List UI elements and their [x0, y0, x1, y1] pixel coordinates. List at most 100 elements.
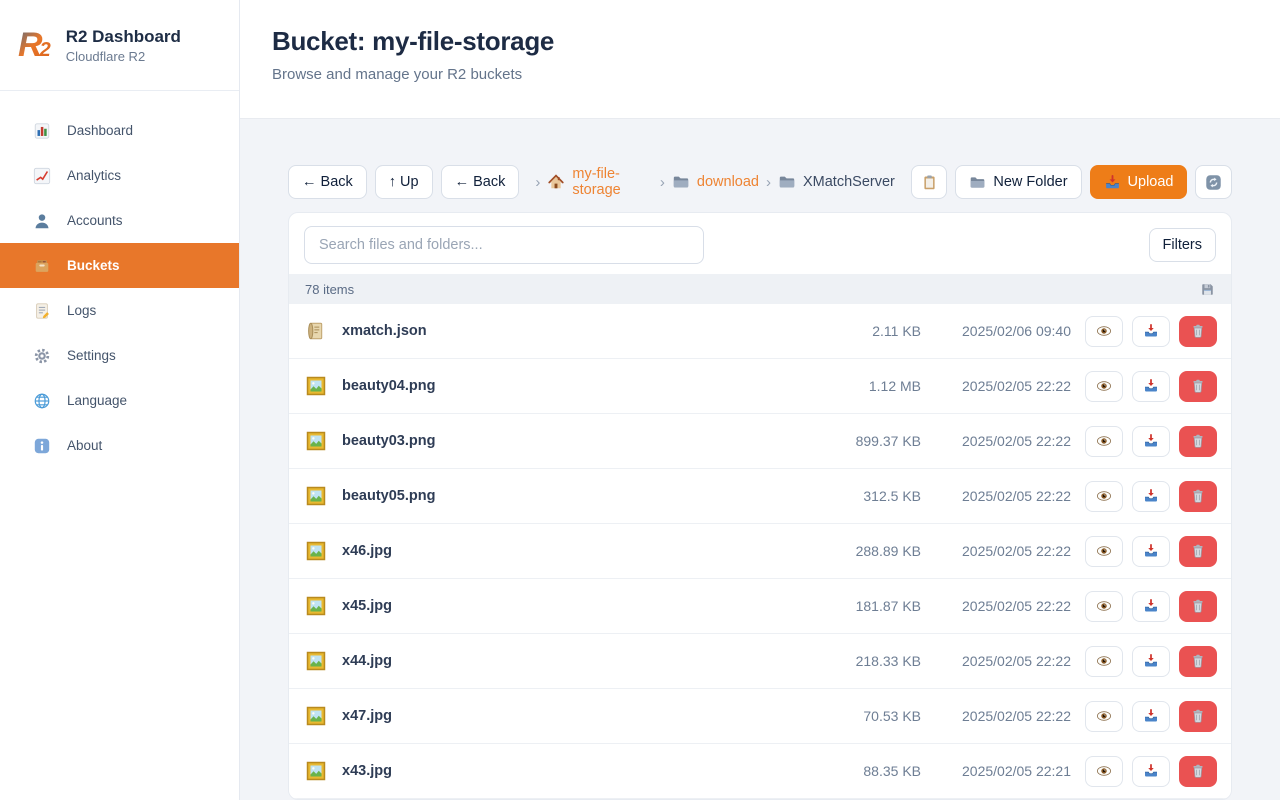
- download-tray-icon: [1143, 378, 1159, 394]
- sidebar-item-accounts[interactable]: Accounts: [0, 198, 239, 243]
- clipboard-icon: [921, 174, 938, 191]
- sidebar-item-icon: [33, 167, 51, 185]
- file-name[interactable]: x47.jpg: [342, 708, 392, 724]
- delete-button[interactable]: [1179, 591, 1217, 622]
- trash-icon: [1190, 653, 1206, 669]
- main-area: Bucket: my-file-storage Browse and manag…: [240, 0, 1280, 800]
- delete-button[interactable]: [1179, 756, 1217, 787]
- sidebar-item-icon: [33, 122, 51, 140]
- download-button[interactable]: [1132, 371, 1170, 402]
- sidebar-item-settings[interactable]: Settings: [0, 333, 239, 378]
- file-date: 2025/02/05 22:22: [941, 378, 1071, 394]
- new-folder-button[interactable]: New Folder: [955, 165, 1081, 199]
- file-date: 2025/02/05 22:22: [941, 653, 1071, 669]
- upload-tray-icon: [1104, 174, 1121, 191]
- sidebar-item-language[interactable]: Language: [0, 378, 239, 423]
- breadcrumb-item[interactable]: › XMatchServer: [766, 173, 895, 191]
- download-button[interactable]: [1132, 426, 1170, 457]
- table-row[interactable]: beauty05.png 312.5 KB 2025/02/05 22:22: [289, 469, 1231, 524]
- preview-button[interactable]: [1085, 756, 1123, 787]
- eye-icon: [1096, 543, 1112, 559]
- breadcrumb-item[interactable]: › download: [660, 173, 759, 191]
- delete-button[interactable]: [1179, 371, 1217, 402]
- file-name[interactable]: x46.jpg: [342, 543, 392, 559]
- sidebar-item-buckets[interactable]: Buckets: [0, 243, 239, 288]
- trash-icon: [1190, 323, 1206, 339]
- delete-button[interactable]: [1179, 701, 1217, 732]
- file-name[interactable]: x44.jpg: [342, 653, 392, 669]
- table-row[interactable]: beauty04.png 1.12 MB 2025/02/05 22:22: [289, 359, 1231, 414]
- preview-button[interactable]: [1085, 646, 1123, 677]
- delete-button[interactable]: [1179, 481, 1217, 512]
- file-name[interactable]: xmatch.json: [342, 323, 427, 339]
- table-row[interactable]: x47.jpg 70.53 KB 2025/02/05 22:22: [289, 689, 1231, 744]
- table-row[interactable]: xmatch.json 2.11 KB 2025/02/06 09:40: [289, 304, 1231, 359]
- breadcrumb-label[interactable]: download: [697, 174, 759, 190]
- filters-button[interactable]: Filters: [1149, 228, 1216, 262]
- download-button[interactable]: [1132, 591, 1170, 622]
- download-tray-icon: [1143, 488, 1159, 504]
- sidebar-item-about[interactable]: About: [0, 423, 239, 468]
- file-date: 2025/02/05 22:22: [941, 488, 1071, 504]
- file-type-icon: [305, 760, 327, 782]
- sidebar-item-analytics[interactable]: Analytics: [0, 153, 239, 198]
- toolbar: ← Back ↑ Up ← Back › my-file-storage › d…: [272, 165, 1248, 199]
- copy-path-button[interactable]: [911, 165, 948, 199]
- download-button[interactable]: [1132, 701, 1170, 732]
- file-name[interactable]: x45.jpg: [342, 598, 392, 614]
- breadcrumb-label[interactable]: XMatchServer: [803, 174, 895, 190]
- sidebar-item-label: Accounts: [67, 213, 123, 228]
- table-row[interactable]: x45.jpg 181.87 KB 2025/02/05 22:22: [289, 579, 1231, 634]
- eye-icon: [1096, 378, 1112, 394]
- page-title: Bucket: my-file-storage: [272, 26, 1248, 57]
- delete-button[interactable]: [1179, 426, 1217, 457]
- table-row[interactable]: x43.jpg 88.35 KB 2025/02/05 22:21: [289, 744, 1231, 799]
- download-button[interactable]: [1132, 481, 1170, 512]
- row-actions: [1085, 316, 1217, 347]
- row-actions: [1085, 591, 1217, 622]
- file-name[interactable]: beauty04.png: [342, 378, 435, 394]
- breadcrumb-icon: [778, 173, 796, 191]
- download-button[interactable]: [1132, 316, 1170, 347]
- eye-icon: [1096, 763, 1112, 779]
- up-button[interactable]: ↑ Up: [375, 165, 433, 199]
- sidebar-item-dashboard[interactable]: Dashboard: [0, 108, 239, 153]
- upload-button[interactable]: Upload: [1090, 165, 1188, 199]
- sidebar-item-label: Language: [67, 393, 127, 408]
- table-row[interactable]: x46.jpg 288.89 KB 2025/02/05 22:22: [289, 524, 1231, 579]
- preview-button[interactable]: [1085, 536, 1123, 567]
- refresh-button[interactable]: [1195, 165, 1232, 199]
- folder-icon: [969, 174, 986, 191]
- back-button[interactable]: ← Back: [288, 165, 367, 199]
- delete-button[interactable]: [1179, 646, 1217, 677]
- file-name[interactable]: beauty03.png: [342, 433, 435, 449]
- sidebar-item-label: Logs: [67, 303, 96, 318]
- file-name[interactable]: beauty05.png: [342, 488, 435, 504]
- sidebar-item-logs[interactable]: Logs: [0, 288, 239, 333]
- preview-button[interactable]: [1085, 371, 1123, 402]
- search-input[interactable]: [304, 226, 704, 264]
- download-button[interactable]: [1132, 646, 1170, 677]
- delete-button[interactable]: [1179, 536, 1217, 567]
- download-button[interactable]: [1132, 756, 1170, 787]
- preview-button[interactable]: [1085, 481, 1123, 512]
- delete-button[interactable]: [1179, 316, 1217, 347]
- breadcrumb-label[interactable]: my-file-storage: [572, 166, 653, 198]
- eye-icon: [1096, 323, 1112, 339]
- download-button[interactable]: [1132, 536, 1170, 567]
- preview-button[interactable]: [1085, 426, 1123, 457]
- file-type-icon: [305, 375, 327, 397]
- breadcrumb-item[interactable]: › my-file-storage: [535, 166, 653, 198]
- trash-icon: [1190, 543, 1206, 559]
- table-row[interactable]: beauty03.png 899.37 KB 2025/02/05 22:22: [289, 414, 1231, 469]
- back-button-2[interactable]: ← Back: [441, 165, 520, 199]
- file-size: 88.35 KB: [801, 763, 921, 779]
- sidebar-nav: Dashboard Analytics Accounts Buckets Log…: [0, 91, 239, 468]
- save-icon[interactable]: [1200, 282, 1215, 297]
- file-date: 2025/02/05 22:22: [941, 598, 1071, 614]
- table-row[interactable]: x44.jpg 218.33 KB 2025/02/05 22:22: [289, 634, 1231, 689]
- preview-button[interactable]: [1085, 591, 1123, 622]
- preview-button[interactable]: [1085, 316, 1123, 347]
- file-name[interactable]: x43.jpg: [342, 763, 392, 779]
- preview-button[interactable]: [1085, 701, 1123, 732]
